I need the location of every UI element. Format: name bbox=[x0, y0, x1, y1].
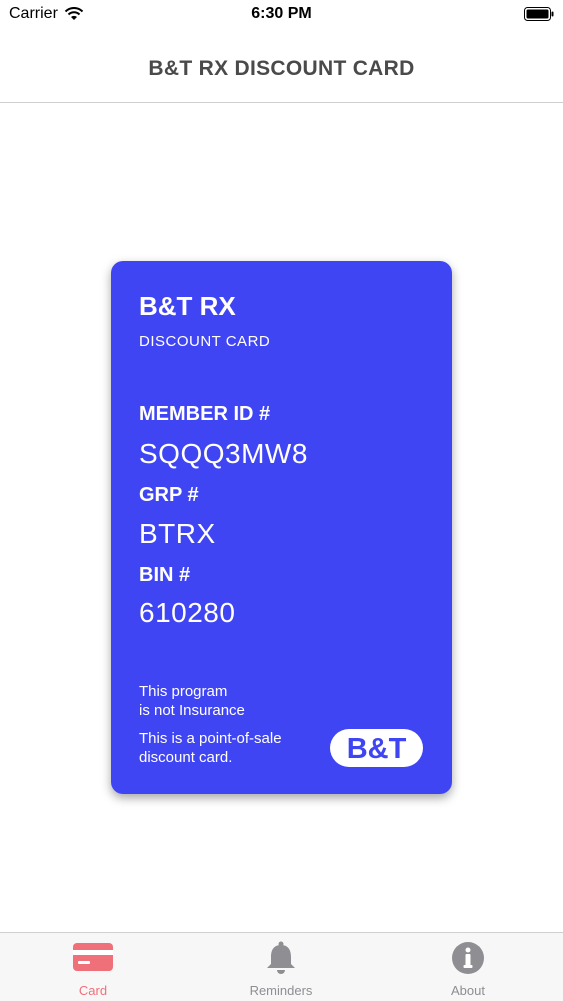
bin-value: 610280 bbox=[139, 597, 236, 628]
bt-logo-text: B&T bbox=[347, 733, 407, 765]
disclaimer-line-2: is not Insurance bbox=[139, 702, 245, 719]
tab-card[interactable]: Card bbox=[23, 933, 163, 1001]
battery-icon bbox=[524, 7, 554, 21]
member-id-label: MEMBER ID # bbox=[139, 403, 271, 425]
page-title: B&T RX DISCOUNT CARD bbox=[148, 57, 415, 80]
disclaimer-line-1: This program bbox=[139, 683, 228, 700]
info-icon bbox=[452, 942, 484, 974]
credit-card-icon bbox=[73, 943, 113, 971]
tab-label-about: About bbox=[451, 983, 485, 998]
member-id-value: SQQQ3MW8 bbox=[139, 438, 308, 469]
bt-logo: B&T bbox=[330, 729, 423, 767]
bell-icon bbox=[267, 941, 295, 974]
bin-label: BIN # bbox=[139, 564, 191, 586]
disclaimer-line-4: discount card. bbox=[139, 749, 233, 766]
grp-label: GRP # bbox=[139, 484, 199, 506]
tab-bar: Card Reminders About bbox=[0, 932, 563, 1001]
card-subtitle: DISCOUNT CARD bbox=[139, 333, 271, 350]
status-bar: Carrier 6:30 PM bbox=[0, 0, 563, 30]
card-brand: B&T RX bbox=[139, 291, 236, 321]
discount-card: B&T RX DISCOUNT CARD MEMBER ID # SQQQ3MW… bbox=[111, 261, 452, 794]
grp-value: BTRX bbox=[139, 518, 216, 549]
tab-about[interactable]: About bbox=[398, 933, 538, 1001]
tab-label-card: Card bbox=[78, 983, 108, 998]
clock: 6:30 PM bbox=[251, 5, 312, 22]
tab-label-reminders: Reminders bbox=[249, 983, 313, 998]
disclaimer-line-3: This is a point-of-sale bbox=[139, 730, 282, 747]
tab-reminders[interactable]: Reminders bbox=[211, 933, 351, 1001]
navigation-bar: B&T RX DISCOUNT CARD bbox=[0, 30, 563, 103]
